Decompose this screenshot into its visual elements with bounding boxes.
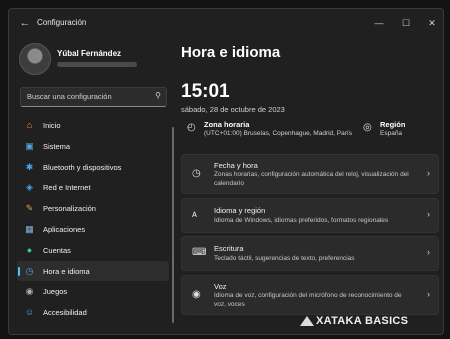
timezone-value: (UTC+01:00) Bruselas, Copenhague, Madrid… bbox=[204, 130, 352, 137]
region-value: España bbox=[380, 130, 403, 137]
chevron-right-icon: › bbox=[427, 168, 430, 178]
sidebar-item-label: Personalización bbox=[43, 204, 96, 214]
timezone-label: Zona horaria bbox=[204, 120, 250, 129]
search-input[interactable]: Buscar una configuración ⚲ bbox=[20, 87, 167, 107]
avatar[interactable] bbox=[19, 43, 51, 75]
sidebar-item-label: Accesibilidad bbox=[43, 308, 87, 318]
accounts-icon: ● bbox=[26, 244, 33, 255]
gamepad-icon: ◉ bbox=[25, 286, 34, 297]
sidebar-item-personalizacion[interactable]: ✎ Personalización bbox=[17, 198, 169, 219]
voice-icon: ◉ bbox=[192, 289, 201, 300]
accessibility-icon: ☺ bbox=[24, 307, 35, 318]
sidebar-item-sistema[interactable]: ▣ Sistema bbox=[17, 136, 169, 157]
home-icon: ⌂ bbox=[26, 120, 33, 130]
sidebar-item-label: Juegos bbox=[43, 287, 68, 297]
sidebar-item-juegos[interactable]: ◉ Juegos bbox=[17, 281, 169, 302]
card-escritura[interactable]: ⌨ Escritura Teclado táctil, sugerencias … bbox=[181, 236, 439, 271]
sidebar-item-label: Bluetooth y dispositivos bbox=[43, 162, 122, 172]
bluetooth-icon: ✱ bbox=[25, 161, 34, 172]
sidebar-item-cuentas[interactable]: ● Cuentas bbox=[17, 240, 169, 261]
sidebar-item-label: Cuentas bbox=[43, 245, 71, 255]
sidebar-item-inicio[interactable]: ⌂ Inicio bbox=[17, 115, 169, 136]
watermark: XATAKA BASICS bbox=[316, 315, 409, 327]
close-icon[interactable]: ✕ bbox=[424, 15, 440, 31]
card-title: Escritura bbox=[214, 244, 244, 253]
globe-icon: ◎ bbox=[363, 122, 372, 133]
search-placeholder: Buscar una configuración bbox=[27, 92, 112, 101]
app-title: Configuración bbox=[37, 18, 87, 27]
user-email-redacted bbox=[57, 62, 137, 67]
globe-clock-icon: ◴ bbox=[187, 122, 196, 133]
brush-icon: ✎ bbox=[25, 203, 34, 214]
sidebar-item-label: Inicio bbox=[43, 121, 61, 130]
sidebar-item-label: Sistema bbox=[43, 141, 71, 151]
maximize-icon[interactable]: ☐ bbox=[398, 15, 414, 31]
current-date: sábado, 28 de octubre de 2023 bbox=[181, 105, 285, 114]
keyboard-icon: ⌨ bbox=[192, 247, 207, 258]
settings-window: ← Configuración — ☐ ✕ Yúbal Fernández Bu… bbox=[8, 8, 444, 335]
xataka-logo-icon bbox=[300, 316, 314, 326]
card-fecha-hora[interactable]: ◷ Fecha y hora Zonas horarias, configura… bbox=[181, 154, 439, 194]
language-icon: ᴀ bbox=[192, 209, 197, 220]
card-description: Zonas horarias, configuración automática… bbox=[214, 171, 409, 187]
system-icon: ▣ bbox=[25, 140, 34, 151]
card-idioma-region[interactable]: ᴀ Idioma y región Idioma de Windows, idi… bbox=[181, 198, 439, 233]
sidebar-nav: ⌂ Inicio ▣ Sistema ✱ Bluetooth y disposi… bbox=[17, 115, 169, 323]
sidebar-item-label: Aplicaciones bbox=[43, 224, 86, 234]
title-bar: ← Configuración — ☐ ✕ bbox=[9, 9, 443, 37]
sidebar-scrollbar[interactable] bbox=[172, 127, 174, 323]
time-language-icon: ◷ bbox=[25, 265, 34, 276]
sidebar-item-label: Hora e idioma bbox=[43, 266, 90, 276]
sidebar-item-hora-idioma[interactable]: ◷ Hora e idioma bbox=[17, 260, 169, 282]
card-title: Voz bbox=[214, 282, 227, 291]
card-title: Idioma y región bbox=[214, 206, 266, 215]
apps-icon: ▦ bbox=[25, 223, 34, 234]
chevron-right-icon: › bbox=[427, 247, 430, 257]
sidebar-item-accesibilidad[interactable]: ☺ Accesibilidad bbox=[17, 302, 169, 323]
card-voz[interactable]: ◉ Voz Idioma de voz, configuración del m… bbox=[181, 275, 439, 315]
chevron-right-icon: › bbox=[427, 289, 430, 299]
sidebar-item-bluetooth[interactable]: ✱ Bluetooth y dispositivos bbox=[17, 157, 169, 178]
search-icon[interactable]: ⚲ bbox=[155, 91, 161, 100]
card-description: Teclado táctil, sugerencias de texto, pr… bbox=[214, 255, 355, 262]
clock-calendar-icon: ◷ bbox=[192, 168, 201, 179]
sidebar-item-label: Red e Internet bbox=[43, 183, 91, 193]
card-title: Fecha y hora bbox=[214, 161, 258, 170]
current-time: 15:01 bbox=[181, 81, 230, 102]
wifi-icon: ◈ bbox=[26, 182, 33, 193]
user-name: Yúbal Fernández bbox=[57, 49, 122, 58]
chevron-right-icon: › bbox=[427, 209, 430, 219]
active-indicator bbox=[18, 266, 20, 276]
card-description: Idioma de Windows, idiomas preferidos, f… bbox=[214, 217, 389, 224]
sidebar-item-aplicaciones[interactable]: ▦ Aplicaciones bbox=[17, 219, 169, 240]
minimize-icon[interactable]: — bbox=[371, 15, 387, 31]
region-label: Región bbox=[380, 120, 406, 129]
card-description: Idioma de voz, configuración del micrófo… bbox=[214, 292, 402, 308]
page-title: Hora e idioma bbox=[181, 44, 281, 61]
sidebar-item-red[interactable]: ◈ Red e Internet bbox=[17, 177, 169, 198]
back-arrow-icon[interactable]: ← bbox=[17, 15, 33, 31]
